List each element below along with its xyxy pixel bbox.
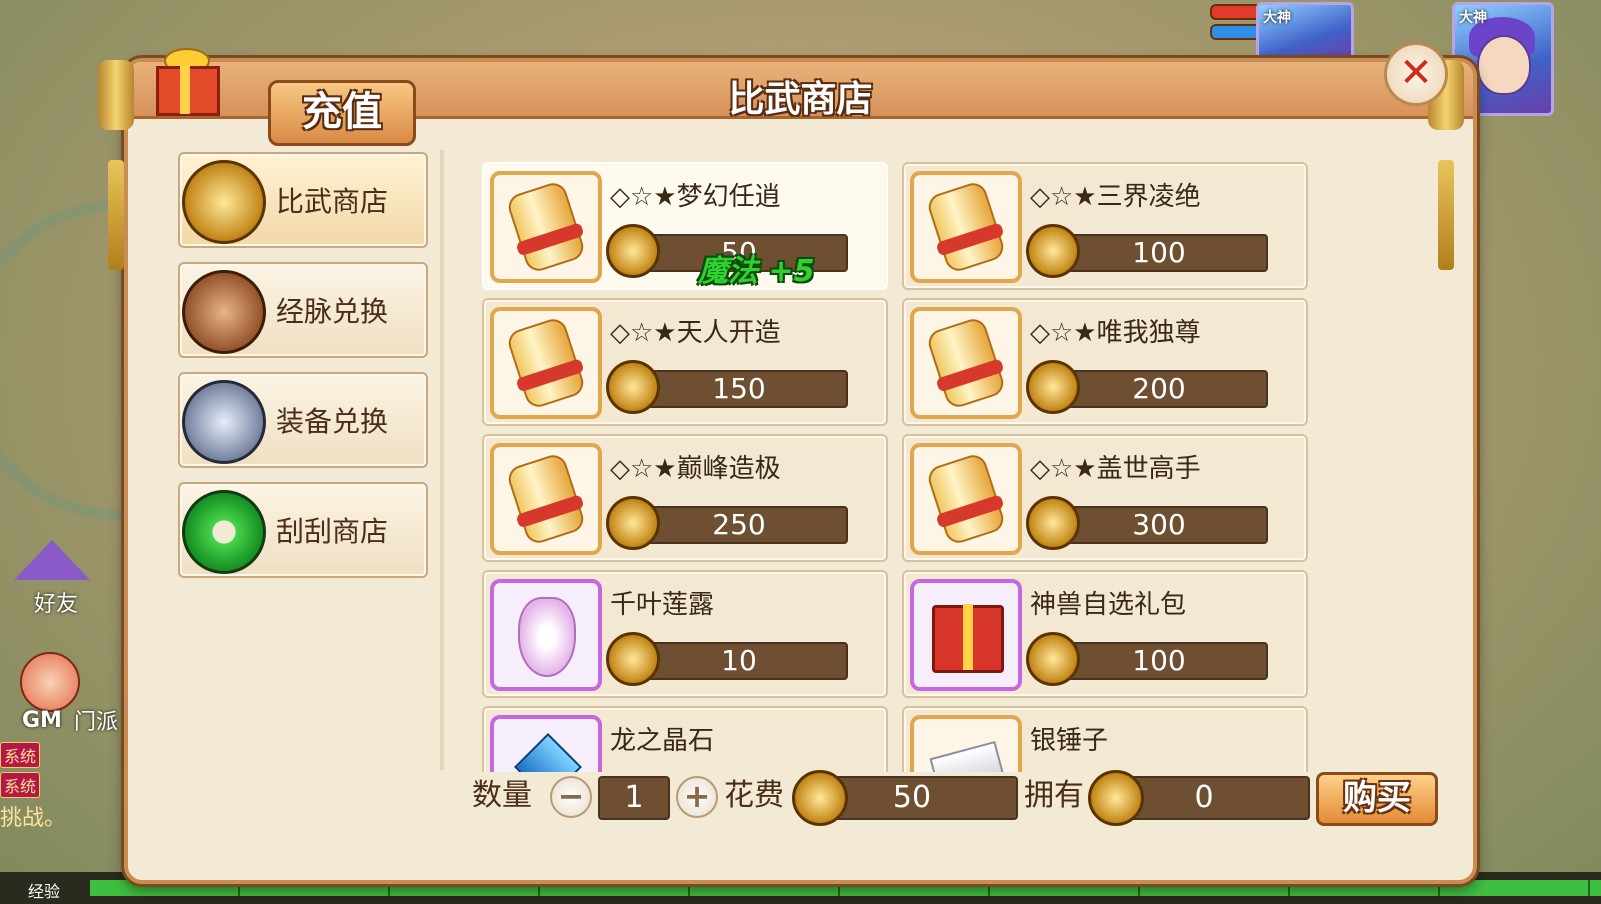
increase-quantity-button[interactable]: + xyxy=(676,776,718,818)
shop-item[interactable]: ◇☆★盖世高手 300 xyxy=(902,434,1308,562)
item-price: 200 xyxy=(1050,370,1268,408)
gift-icon[interactable] xyxy=(150,44,220,116)
friends-button[interactable]: 好友 xyxy=(8,536,98,617)
sidebar-item-meridian-exchange[interactable]: 经脉兑换 xyxy=(178,262,428,358)
recharge-button[interactable]: 充值 xyxy=(268,80,416,146)
player-avatar-label: 大神 xyxy=(1459,10,1487,26)
hammer-icon xyxy=(910,715,1022,772)
sidebar-item-label: 比武商店 xyxy=(276,185,389,218)
item-name: 千叶莲露 xyxy=(610,590,715,620)
pvp-coin-icon xyxy=(1026,632,1080,686)
decrease-quantity-button[interactable]: − xyxy=(550,776,592,818)
exp-label: 经验 xyxy=(28,882,61,901)
chat-log[interactable]: 系统 系统 挑战。 xyxy=(0,740,120,870)
sidebar-item-pvp-shop[interactable]: 比武商店 xyxy=(178,152,428,248)
shop-item[interactable]: ◇☆★巅峰造极 250 xyxy=(482,434,888,562)
item-name: ◇☆★梦幻任逍 xyxy=(610,182,781,212)
item-name: 神兽自选礼包 xyxy=(1030,590,1187,620)
pvp-coin-icon xyxy=(606,632,660,686)
scroll-icon xyxy=(490,443,602,555)
buy-button[interactable]: 购买 xyxy=(1316,772,1438,826)
shop-item[interactable]: 龙之晶石 xyxy=(482,706,888,772)
item-name: ◇☆★巅峰造极 xyxy=(610,454,781,484)
item-name: 龙之晶石 xyxy=(610,726,715,756)
scroll-icon xyxy=(910,171,1022,283)
sidebar-item-scratch-shop[interactable]: 刮刮商店 xyxy=(178,482,428,578)
sidebar-item-label: 刮刮商店 xyxy=(276,515,389,548)
gm-button[interactable]: GM 门派 xyxy=(14,652,124,736)
silver-sword-medal-icon xyxy=(182,380,266,464)
divider xyxy=(440,150,444,770)
item-name: ◇☆★三界凌绝 xyxy=(1030,182,1201,212)
item-price: 250 xyxy=(630,506,848,544)
shop-item[interactable]: 神兽自选礼包 100 xyxy=(902,570,1308,698)
straw-hat-icon xyxy=(14,540,90,580)
shop-item[interactable]: ◇☆★天人开造 150 xyxy=(482,298,888,426)
pvp-coin-icon xyxy=(606,360,660,414)
pvp-coin-icon xyxy=(606,496,660,550)
item-price: 100 xyxy=(1050,234,1268,272)
scroll-icon xyxy=(490,307,602,419)
item-name: ◇☆★唯我独尊 xyxy=(1030,318,1201,348)
gift-box-icon xyxy=(910,579,1022,691)
item-price: 150 xyxy=(630,370,848,408)
sidebar-item-label: 经脉兑换 xyxy=(276,295,389,328)
sidebar-item-label: 装备兑换 xyxy=(276,405,389,438)
scroll-icon xyxy=(910,443,1022,555)
shop-item[interactable]: ◇☆★梦幻任逍 50 魔法 +5 xyxy=(482,162,888,290)
pvp-coin-icon xyxy=(606,224,660,278)
friends-label: 好友 xyxy=(34,592,79,617)
shop-item-grid[interactable]: ◇☆★梦幻任逍 50 魔法 +5 ◇☆★三界凌绝 100 ◇☆★天人开造 150… xyxy=(480,160,1326,772)
pvp-coin-icon xyxy=(792,770,848,826)
tassel-left xyxy=(108,160,124,270)
shop-item[interactable]: ◇☆★三界凌绝 100 xyxy=(902,162,1308,290)
pvp-coin-icon xyxy=(1026,496,1080,550)
bronze-sword-medal-icon xyxy=(182,270,266,354)
chat-system-tag: 系统 xyxy=(0,742,41,768)
shop-item[interactable]: ◇☆★唯我独尊 200 xyxy=(902,298,1308,426)
scroll-icon xyxy=(490,171,602,283)
shop-item[interactable]: 银锤子 xyxy=(902,706,1308,772)
item-price: 100 xyxy=(1050,642,1268,680)
buff-popup: 魔法 +5 xyxy=(698,254,815,289)
sidebar-item-equipment-exchange[interactable]: 装备兑换 xyxy=(178,372,428,468)
party-member-portrait[interactable]: 大神 xyxy=(1256,2,1354,64)
item-name: ◇☆★天人开造 xyxy=(610,318,781,348)
cost-label: 花费 xyxy=(724,778,784,813)
gm-label: GM xyxy=(22,708,62,733)
chat-system-tag: 系统 xyxy=(0,772,41,798)
scroll-icon xyxy=(910,307,1022,419)
scroll-rod-left xyxy=(98,60,134,130)
gm-avatar-icon xyxy=(20,652,80,712)
pvp-coin-icon xyxy=(1026,360,1080,414)
item-price: 10 xyxy=(630,642,848,680)
owned-label: 拥有 xyxy=(1024,778,1084,813)
crystal-icon xyxy=(490,715,602,772)
vase-icon xyxy=(490,579,602,691)
quantity-label: 数量 xyxy=(472,778,532,813)
pvp-coin-icon xyxy=(1026,224,1080,278)
item-name: 银锤子 xyxy=(1030,726,1109,756)
item-name: ◇☆★盖世高手 xyxy=(1030,454,1201,484)
tassel-right xyxy=(1438,160,1454,270)
pvp-coin-icon xyxy=(1088,770,1144,826)
quantity-input[interactable]: 1 xyxy=(598,776,670,820)
party-member-label: 大神 xyxy=(1263,10,1291,26)
gold-medal-icon xyxy=(182,160,266,244)
sect-label: 门派 xyxy=(74,710,119,735)
shop-item[interactable]: 千叶莲露 10 xyxy=(482,570,888,698)
close-button[interactable]: ✕ xyxy=(1384,42,1448,106)
chat-line: 挑战。 xyxy=(0,806,67,831)
item-price: 300 xyxy=(1050,506,1268,544)
close-icon: ✕ xyxy=(1399,50,1433,96)
jade-ring-icon xyxy=(182,490,266,574)
